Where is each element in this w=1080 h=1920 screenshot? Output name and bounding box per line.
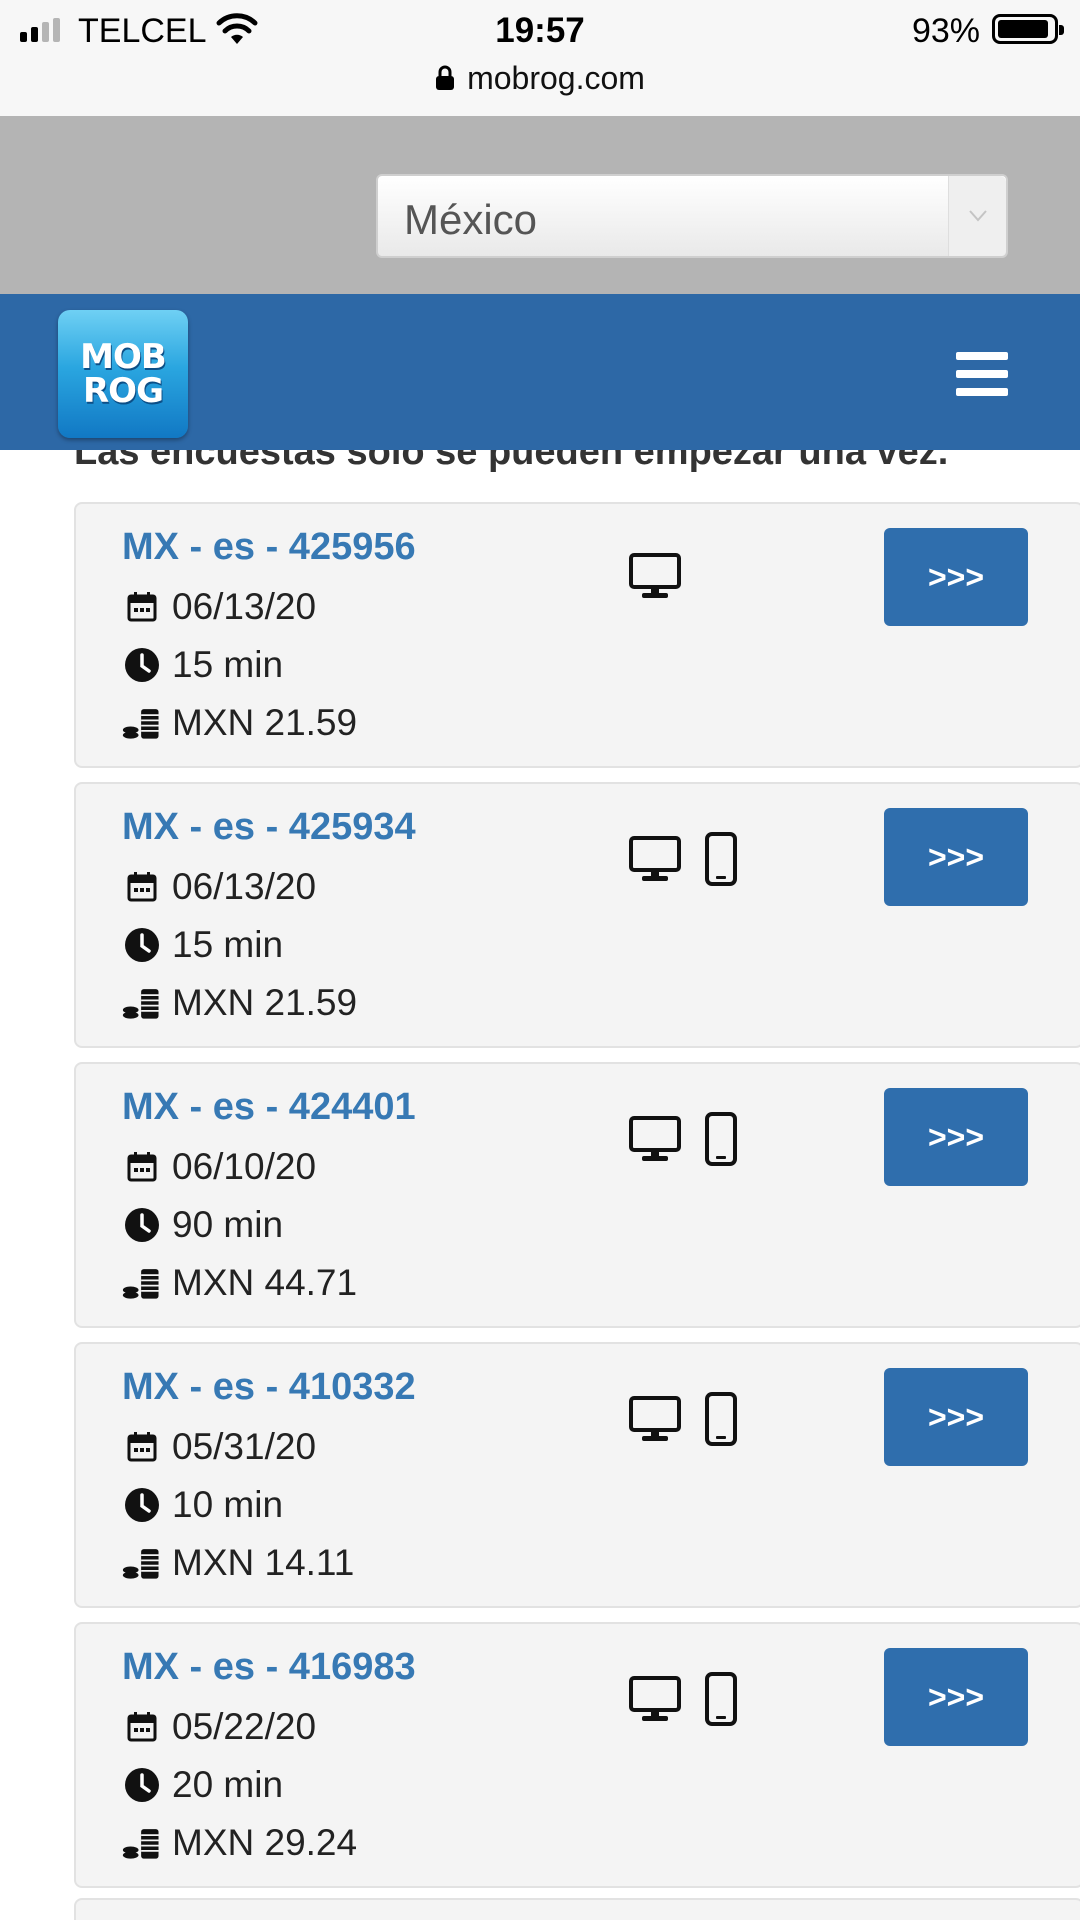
coins-icon [122, 703, 162, 743]
address-bar[interactable]: mobrog.com [0, 60, 1080, 97]
mobile-phone-icon [704, 832, 738, 891]
mobile-phone-icon [704, 1392, 738, 1451]
survey-reward: MXN 21.59 [172, 702, 358, 743]
start-survey-button[interactable]: >>> [884, 808, 1028, 906]
survey-card: MX - es - 410332 05/31/20 10 min MXN 14.11 >… [74, 1342, 1080, 1608]
hamburger-menu-icon[interactable] [956, 352, 1008, 396]
desktop-icon [628, 1115, 682, 1168]
survey-date-row: 06/13/20 [122, 866, 316, 908]
calendar-icon [122, 1707, 162, 1747]
survey-date: 05/22/20 [172, 1706, 317, 1747]
survey-card: MX - es - 424401 06/10/20 90 min MXN 44.71 >… [74, 1062, 1080, 1328]
mobile-phone-icon [704, 1112, 738, 1171]
survey-reward: MXN 44.71 [172, 1262, 358, 1303]
clock-icon [122, 645, 162, 685]
survey-duration-row: 90 min [122, 1204, 283, 1246]
mobrog-logo[interactable]: MOB ROG [58, 310, 188, 438]
survey-reward-row: MXN 21.59 [122, 702, 357, 744]
survey-date-row: 06/10/20 [122, 1146, 316, 1188]
survey-duration-row: 15 min [122, 644, 283, 686]
survey-card: MX - es - 416983 05/22/20 20 min MXN 29.24 >… [74, 1622, 1080, 1888]
coins-icon [122, 1263, 162, 1303]
status-bar: TELCEL 19:57 93% mobrog.com [0, 0, 1080, 116]
clock-icon [122, 1485, 162, 1525]
address-url: mobrog.com [467, 60, 645, 96]
calendar-icon [122, 867, 162, 907]
supported-devices [628, 552, 682, 605]
survey-date-row: 05/22/20 [122, 1706, 316, 1748]
survey-list-screen: TELCEL 19:57 93% mobrog.com México MOB R… [0, 0, 1080, 1920]
start-survey-button[interactable]: >>> [884, 1648, 1028, 1746]
calendar-icon [122, 1147, 162, 1187]
start-survey-button[interactable]: >>> [884, 528, 1028, 626]
supported-devices [628, 1392, 738, 1451]
supported-devices [628, 1672, 738, 1731]
survey-duration-row: 15 min [122, 924, 283, 966]
country-select-value: México [404, 196, 538, 243]
clock-icon [122, 1205, 162, 1245]
survey-duration: 15 min [172, 644, 284, 685]
survey-date: 05/31/20 [172, 1426, 317, 1467]
survey-reward: MXN 29.24 [172, 1822, 358, 1863]
survey-duration-row: 20 min [122, 1764, 283, 1806]
desktop-icon [628, 1395, 682, 1448]
clock-icon [122, 1765, 162, 1805]
desktop-icon [628, 1675, 682, 1728]
survey-date: 06/10/20 [172, 1146, 317, 1187]
survey-duration-row: 10 min [122, 1484, 283, 1526]
survey-date: 06/13/20 [172, 586, 317, 627]
start-survey-button[interactable]: >>> [884, 1088, 1028, 1186]
survey-duration: 10 min [172, 1484, 284, 1525]
survey-duration: 20 min [172, 1764, 284, 1805]
survey-duration: 90 min [172, 1204, 284, 1245]
calendar-icon [122, 1427, 162, 1467]
lock-icon [436, 65, 455, 90]
survey-card: MX - es - 425934 06/13/20 15 min MXN 21.59 >… [74, 782, 1080, 1048]
survey-reward-row: MXN 21.59 [122, 982, 357, 1024]
survey-reward-row: MXN 44.71 [122, 1262, 357, 1304]
mobile-phone-icon [704, 1672, 738, 1731]
survey-title: MX - es - 425956 [122, 526, 416, 568]
country-select[interactable]: México [376, 174, 1008, 258]
survey-date: 06/13/20 [172, 866, 317, 907]
notice-text: Las encuestas solo se pueden empezar una… [74, 450, 949, 473]
survey-duration: 15 min [172, 924, 284, 965]
survey-title: MX - es - 424401 [122, 1086, 416, 1128]
country-bar: México [0, 116, 1080, 294]
supported-devices [628, 832, 738, 891]
battery-icon [992, 14, 1064, 44]
notice-area: Las encuestas solo se pueden empezar una… [0, 450, 1080, 478]
survey-reward: MXN 14.11 [172, 1542, 355, 1583]
list-item [74, 1898, 1080, 1920]
survey-title: MX - es - 425934 [122, 806, 416, 848]
survey-reward-row: MXN 29.24 [122, 1822, 357, 1864]
survey-title: MX - es - 416983 [122, 1646, 416, 1688]
clock-icon [122, 925, 162, 965]
survey-reward-row: MXN 14.11 [122, 1542, 354, 1584]
battery-percent: 93% [911, 12, 980, 50]
coins-icon [122, 983, 162, 1023]
survey-title: MX - es - 410332 [122, 1366, 416, 1408]
site-header: MOB ROG [0, 294, 1080, 450]
start-survey-button[interactable]: >>> [884, 1368, 1028, 1466]
chevron-down-icon[interactable] [948, 176, 1006, 256]
coins-icon [122, 1823, 162, 1863]
desktop-icon [628, 552, 682, 605]
desktop-icon [628, 835, 682, 888]
survey-date-row: 05/31/20 [122, 1426, 316, 1468]
coins-icon [122, 1543, 162, 1583]
calendar-icon [122, 587, 162, 627]
survey-reward: MXN 21.59 [172, 982, 358, 1023]
survey-date-row: 06/13/20 [122, 586, 316, 628]
supported-devices [628, 1112, 738, 1171]
survey-card: MX - es - 425956 06/13/20 15 min MXN 21.59 >… [74, 502, 1080, 768]
